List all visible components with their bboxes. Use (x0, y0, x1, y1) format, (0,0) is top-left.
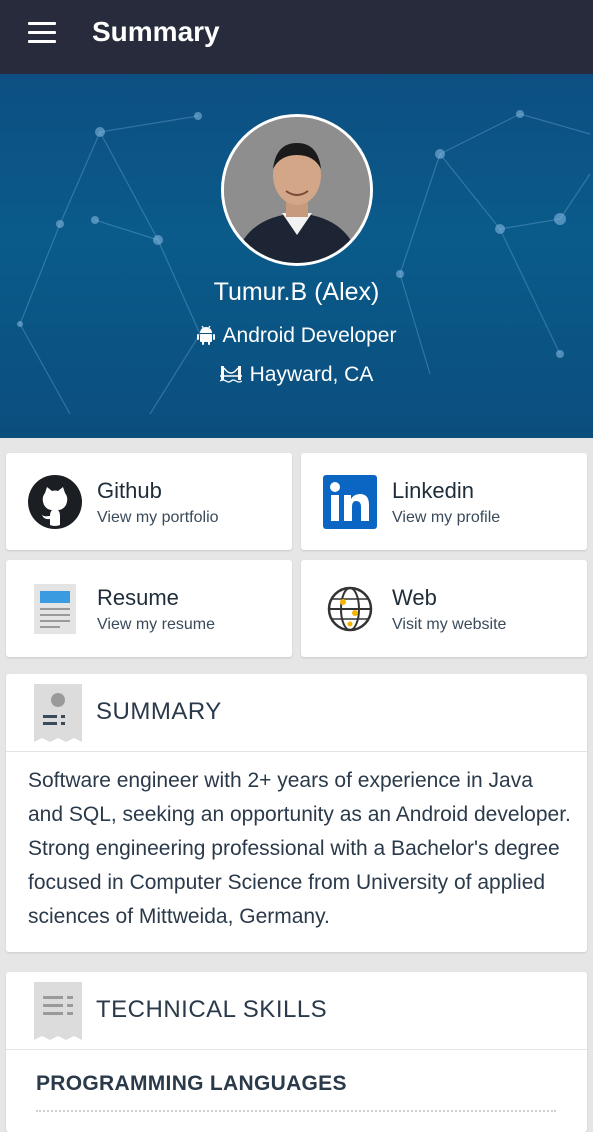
skills-heading: TECHNICAL SKILLS (96, 996, 328, 1023)
profile-location: Hayward, CA (0, 363, 593, 390)
summary-text: Software engineer with 2+ years of exper… (28, 769, 571, 928)
role-text: Android Developer (222, 324, 397, 347)
profile-header: Tumur.B (Alex) Android Developer Hayward… (0, 74, 593, 438)
web-subtitle: Visit my website (392, 616, 507, 633)
profile-card-icon (34, 684, 82, 746)
technical-skills-section: TECHNICAL SKILLS PROGRAMMING LANGUAGES (6, 972, 587, 1132)
programming-languages-heading: PROGRAMMING LANGUAGES (36, 1072, 347, 1095)
divider (36, 1110, 556, 1112)
profile-name: Tumur.B (Alex) (213, 278, 380, 306)
resume-card[interactable]: Resume View my resume (6, 560, 292, 657)
bridge-icon (219, 364, 243, 390)
github-subtitle: View my portfolio (97, 509, 219, 526)
web-title: Web (392, 585, 437, 610)
linkedin-title: Linkedin (392, 478, 474, 503)
globe-icon (323, 582, 377, 636)
resume-subtitle: View my resume (97, 616, 215, 633)
github-icon (28, 475, 82, 529)
avatar (221, 114, 373, 266)
summary-section: SUMMARY Software engineer with 2+ years … (6, 674, 587, 952)
document-icon (28, 582, 82, 636)
summary-header: SUMMARY (6, 674, 587, 752)
summary-heading: SUMMARY (96, 698, 222, 725)
resume-title: Resume (97, 585, 179, 610)
web-card[interactable]: Web Visit my website (301, 560, 587, 657)
skills-header: TECHNICAL SKILLS (6, 972, 587, 1050)
page-title: Summary (92, 16, 220, 47)
linkedin-subtitle: View my profile (392, 509, 501, 526)
linkedin-icon (323, 475, 377, 529)
github-card[interactable]: Github View my portfolio (6, 453, 292, 550)
receipt-icon (34, 982, 82, 1044)
github-title: Github (97, 478, 162, 503)
app-bar: Summary (0, 0, 593, 74)
android-icon (196, 325, 215, 351)
linkedin-card[interactable]: Linkedin View my profile (301, 453, 587, 550)
profile-role: Android Developer (0, 324, 593, 351)
hamburger-menu-icon[interactable] (22, 18, 62, 50)
location-text: Hayward, CA (249, 363, 374, 386)
